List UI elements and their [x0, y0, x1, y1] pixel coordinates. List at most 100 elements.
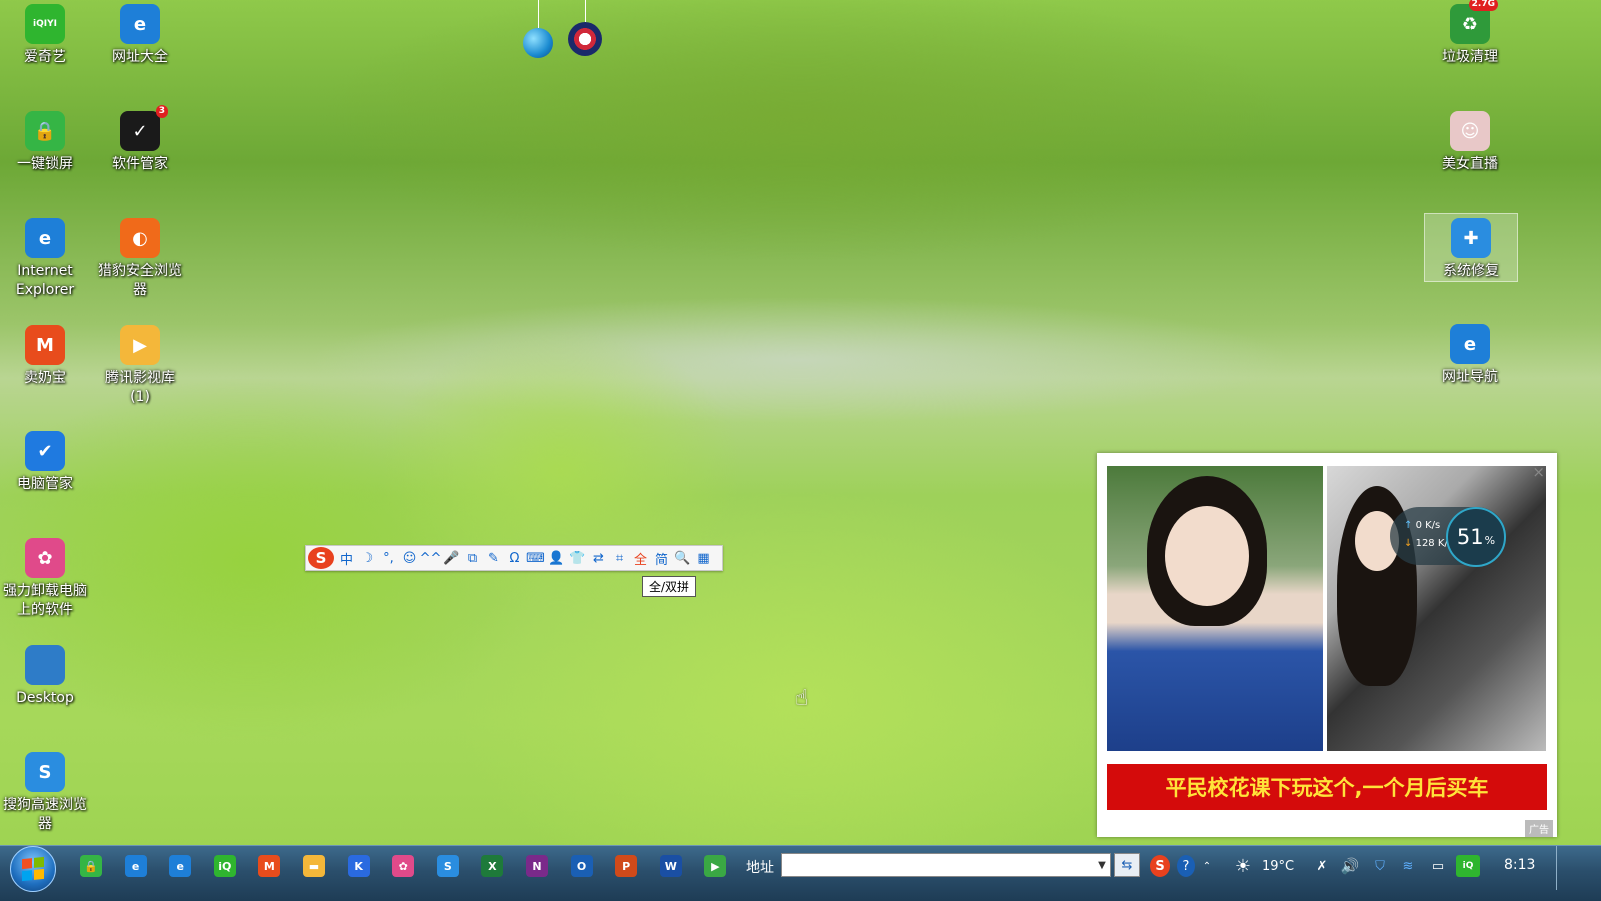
address-input[interactable] [781, 853, 1111, 877]
desktop-icon[interactable]: e 网址大全 [94, 0, 186, 67]
tray-iqiyi-icon[interactable]: iQ [1456, 855, 1480, 877]
memory-usage-circle[interactable]: 51% [1446, 507, 1506, 567]
close-icon[interactable]: × [1532, 463, 1545, 481]
volume-icon[interactable]: 🔊 [1340, 855, 1360, 877]
windows-logo-icon [22, 856, 44, 882]
desktop-icon[interactable]: ✓ 3 软件管家 [94, 105, 186, 174]
ime-punctuation-toggle[interactable]: °, [378, 548, 399, 568]
football-string [585, 0, 586, 22]
ime-search-button[interactable]: 🔍 [672, 548, 693, 568]
desktop-icon[interactable]: M 卖奶宝 [0, 321, 91, 388]
icon-glyph: iQIYI [33, 18, 57, 29]
taskbar-word-icon[interactable]: W [659, 855, 682, 877]
desktop-icon[interactable]: ☺ 美女直播 [1424, 107, 1516, 174]
desktop-icon[interactable]: ♻ 2.7G 垃圾清理 [1424, 0, 1516, 67]
icon-glyph: M [36, 334, 54, 356]
up-arrow-icon: ↑ [1404, 520, 1413, 531]
taskbar-ie2-icon[interactable]: e [169, 855, 192, 877]
taskbar-mainaibao-icon[interactable]: M [258, 855, 281, 877]
sogou-logo-icon[interactable]: S [308, 547, 334, 569]
address-dropdown-icon[interactable]: ▼ [1094, 854, 1110, 876]
taskbar-k-icon[interactable]: K [347, 855, 370, 877]
tray-help-icon[interactable]: ? [1177, 855, 1195, 877]
start-button[interactable] [10, 846, 56, 892]
desktop-icon[interactable]: ▶ 腾讯影视库 (1) [94, 321, 186, 407]
weather-temperature[interactable]: 19°C [1262, 855, 1294, 877]
ie-icon: e [120, 4, 160, 44]
icon-glyph: ♻ [1461, 13, 1479, 35]
ime-emoticon-button[interactable]: ^^ [420, 548, 442, 568]
desktop-icon[interactable]: Desktop [0, 641, 91, 708]
desktop-icon-label: Desktop [16, 690, 74, 706]
desktop-icon-label: 网址导航 [1442, 369, 1498, 385]
tray-pc-manager-icon[interactable]: ⛉ [1370, 855, 1390, 877]
ime-symbols-button[interactable]: Ω [504, 548, 525, 568]
ime-simplified-button[interactable]: 简 [651, 548, 672, 568]
hand-cursor-icon: ☝ [795, 686, 809, 711]
ime-account-button[interactable]: 👤 [546, 548, 567, 568]
taskbar-player-icon[interactable]: ▶ [704, 855, 727, 877]
down-arrow-icon: ↓ [1404, 538, 1413, 549]
ime-crop-button[interactable]: ⌗ [609, 548, 630, 568]
taskbar-sogou-icon[interactable]: S [436, 855, 459, 877]
ime-voice-button[interactable]: 🎤 [441, 548, 462, 568]
ime-translate-button[interactable]: ⇄ [588, 548, 609, 568]
ad-photo-student[interactable] [1107, 466, 1323, 751]
desktop-icon-label: 卖奶宝 [24, 370, 66, 386]
tray-network-off-icon[interactable]: ✗ [1312, 855, 1332, 877]
tray-wifi-icon[interactable]: ≋ [1398, 855, 1418, 877]
weather-sun-icon[interactable]: ☀ [1232, 855, 1254, 877]
ime-handwrite-button[interactable]: ✎ [483, 548, 504, 568]
address-go-button[interactable]: ⇆ [1114, 853, 1140, 877]
ime-toolbox-button[interactable]: ▦ [693, 548, 714, 568]
clock[interactable]: 8:13 [1504, 857, 1535, 873]
desktop-icon[interactable]: ✿ 强力卸载电脑上的软件 [0, 534, 91, 620]
desktop-icon-label: 软件管家 [112, 156, 168, 172]
ime-halfwidth-toggle[interactable]: ☽ [357, 548, 378, 568]
ime-emoji-button[interactable]: ☺ [399, 548, 420, 568]
taskbar-outlook-icon[interactable]: O [570, 855, 593, 877]
desktop-icon[interactable]: ✚ 系统修复 [1424, 213, 1518, 282]
icon-glyph: ✔ [37, 440, 53, 462]
icon-glyph: ▶ [133, 334, 147, 356]
network-speed-widget[interactable]: ↑ 0 K/s ↓ 128 K/s 51% [1390, 507, 1506, 567]
taskbar-powerpoint-icon[interactable]: P [615, 855, 638, 877]
desktop-icon-label: 系统修复 [1443, 263, 1499, 279]
desktop-icon-label: 爱奇艺 [24, 49, 66, 65]
desktop-icon-label: 一键锁屏 [17, 156, 73, 172]
taskbar-onenote-icon[interactable]: N [526, 855, 548, 877]
taskbar-lock-icon[interactable]: 🔒 [80, 855, 102, 877]
desktop-icon-label: 电脑管家 [17, 476, 73, 492]
iqiyi-icon: iQIYI [25, 4, 65, 44]
ime-keyboard-button[interactable]: ⌨ [525, 548, 546, 568]
tray-show-hidden-icon[interactable]: ⌃ [1200, 855, 1214, 877]
ad-banner-text[interactable]: 平民校花课下玩这个,一个月后买车 [1107, 764, 1547, 810]
icon-glyph: ✚ [1463, 227, 1479, 249]
taskbar-pinwheel-icon[interactable]: ✿ [392, 855, 415, 877]
icon-glyph: ✓ [132, 120, 148, 142]
taskbar-iqiyi-icon[interactable]: iQ [213, 855, 236, 877]
taskbar-folder-icon[interactable]: ▬ [303, 855, 325, 877]
sogou-ime-toolbar[interactable]: S 中 ☽ °, ☺ ^^ 🎤 ⧉ ✎ Ω ⌨ 👤 👕 ⇄ ⌗ 全简 🔍 ▦ [305, 545, 723, 571]
ime-full-pinyin-button[interactable]: 全 [630, 548, 651, 568]
desktop-icon[interactable]: ✔ 电脑管家 [0, 427, 91, 494]
football-icon[interactable] [568, 22, 602, 56]
desktop-icon[interactable]: e Internet Explorer [0, 214, 91, 300]
desktop-icon[interactable]: e 网址导航 [1424, 320, 1516, 387]
ime-screenshot-button[interactable]: ⧉ [462, 548, 483, 568]
tray-sogou-icon[interactable]: S [1150, 855, 1170, 877]
desktop-icon[interactable]: ◐ 猎豹安全浏览器 [94, 214, 186, 300]
taskbar-excel-icon[interactable]: X [481, 855, 504, 877]
tray-monitor-icon[interactable]: ▭ [1428, 855, 1448, 877]
globe-icon[interactable] [523, 28, 553, 58]
taskbar-ie-icon[interactable]: e [124, 855, 147, 877]
show-desktop-button[interactable] [1556, 846, 1557, 890]
uninstall-icon: ✿ [25, 538, 65, 578]
monitor-icon [25, 645, 65, 685]
ime-skin-button[interactable]: 👕 [567, 548, 588, 568]
desktop-icon[interactable]: S 搜狗高速浏览器 [0, 748, 91, 834]
desktop-icon[interactable]: iQIYI 爱奇艺 [0, 0, 91, 67]
icon-glyph: e [1463, 333, 1477, 355]
ime-lang-toggle[interactable]: 中 [336, 548, 357, 568]
desktop-icon[interactable]: 🔒 一键锁屏 [0, 107, 91, 174]
